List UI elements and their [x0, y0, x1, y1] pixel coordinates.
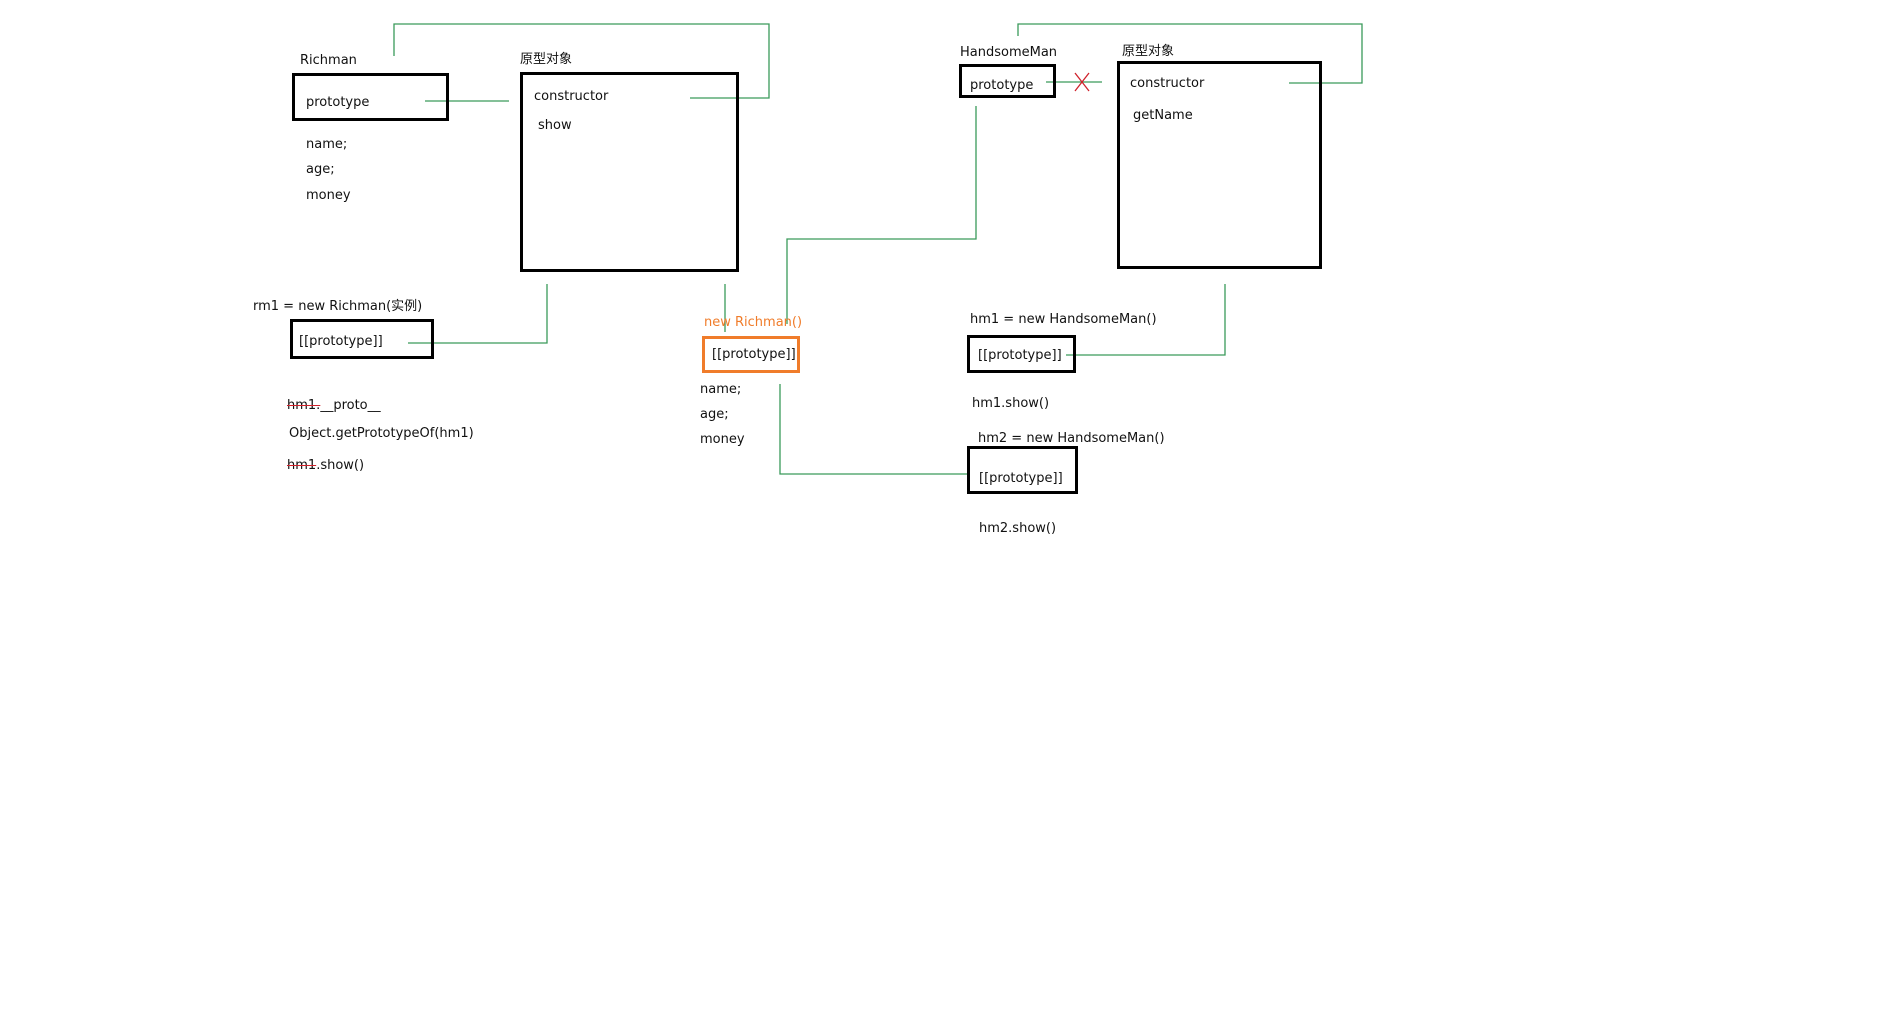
hm1-call: hm1.show() [972, 396, 1050, 411]
rm1-slot: [[prototype]] [299, 334, 383, 349]
richman-prop: name; [306, 137, 348, 152]
new-richman-prop: age; [700, 407, 729, 422]
handsome-prototype: prototype [970, 78, 1034, 93]
note-text: .show() [316, 458, 365, 473]
diagram-canvas: Richman prototype name; age; money 原型对象 … [0, 0, 1884, 1024]
richman-label: Richman [300, 53, 357, 68]
richman-prop: age; [306, 162, 335, 177]
new-richman-label: new Richman() [704, 315, 803, 330]
connector-handsome-newrichman [786, 106, 977, 324]
note-getprototypeof: Object.getPrototypeOf(hm1) [289, 426, 474, 441]
rm1-label: rm1 = new Richman(实例) [253, 299, 423, 314]
hm1-label: hm1 = new HandsomeMan() [970, 312, 1157, 327]
proto-member: getName [1133, 108, 1193, 123]
note-proto: hm1.__proto__ [287, 397, 381, 415]
handsome-proto-label: 原型对象 [1122, 44, 1175, 59]
hm1-slot: [[prototype]] [978, 348, 1062, 363]
hm2-slot: [[prototype]] [979, 471, 1063, 486]
new-richman-slot: [[prototype]] [712, 347, 796, 362]
struck-text: hm1. [287, 398, 321, 413]
richman-proto-label: 原型对象 [520, 52, 573, 67]
handsome-label: HandsomeMan [960, 45, 1058, 60]
new-richman-prop: name; [700, 382, 742, 397]
richman-prop: money [306, 188, 351, 203]
richman-prototype: prototype [306, 95, 370, 110]
connector-hm2-newrichman [779, 384, 967, 475]
proto-member: constructor [534, 89, 609, 104]
new-richman-prop: money [700, 432, 745, 447]
struck-text: hm1 [287, 458, 317, 473]
note-text: __proto__ [320, 398, 381, 413]
connector-lines [393, 23, 1363, 475]
proto-member: constructor [1130, 76, 1205, 91]
hm2-call: hm2.show() [979, 521, 1057, 536]
note-show: hm1.show() [287, 457, 364, 475]
proto-member: show [538, 118, 572, 133]
